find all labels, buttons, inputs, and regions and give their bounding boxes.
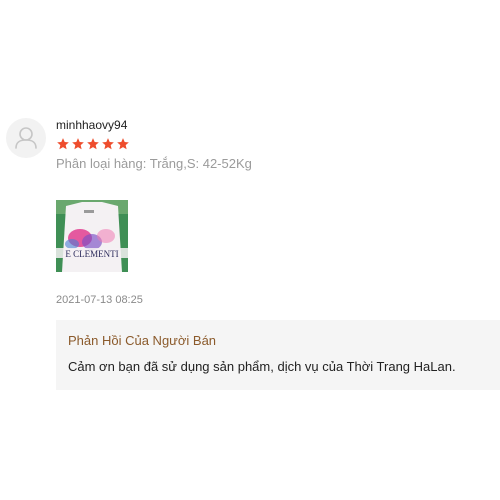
- star-icon: [117, 138, 129, 150]
- reviewer-username[interactable]: minhhaovy94: [56, 118, 127, 132]
- seller-reply-box: Phản Hồi Của Người Bán Cảm ơn bạn đã sử …: [56, 320, 500, 390]
- avatar[interactable]: [6, 118, 46, 158]
- seller-reply-text: Cảm ơn bạn đã sử dụng sản phẩm, dịch vụ …: [68, 359, 456, 374]
- product-variation: Phân loại hàng: Trắng,S: 42-52Kg: [56, 156, 252, 171]
- review-timestamp: 2021-07-13 08:25: [56, 294, 143, 306]
- star-icon: [102, 138, 114, 150]
- star-icon: [72, 138, 84, 150]
- seller-reply-title: Phản Hồi Của Người Bán: [68, 333, 217, 348]
- photo-print-text: E CLEMENTI: [65, 249, 118, 259]
- user-icon: [15, 127, 37, 149]
- rating-stars: [56, 137, 130, 151]
- star-icon: [57, 138, 69, 150]
- review-page: minhhaovy94 Phân loại hàng: Trắng,S: 42-…: [0, 0, 500, 500]
- review-photo[interactable]: E CLEMENTI: [56, 200, 128, 272]
- star-icon: [87, 138, 99, 150]
